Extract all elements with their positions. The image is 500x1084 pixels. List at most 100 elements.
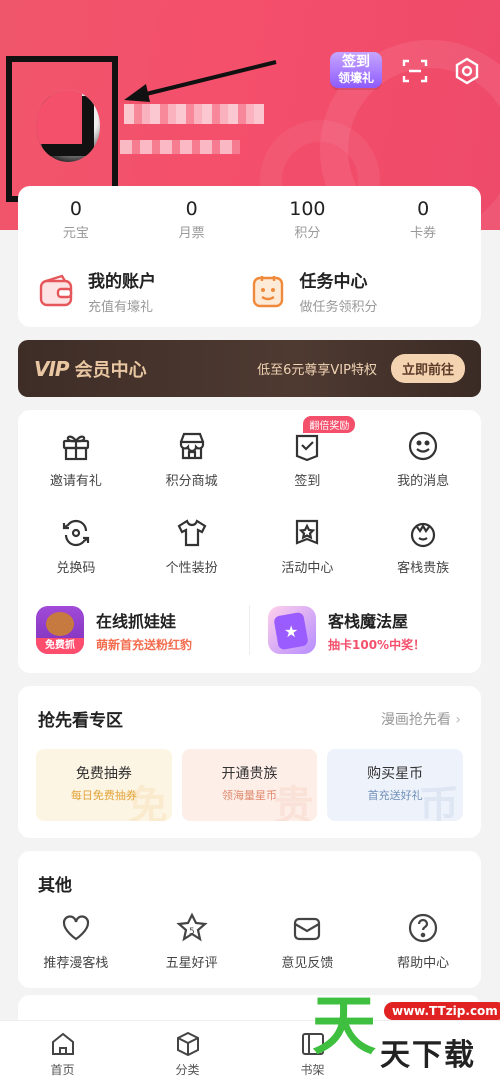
tshirt-icon [177, 519, 207, 547]
exchange-code-icon [62, 519, 89, 547]
magic-card-icon: ★ [268, 606, 316, 654]
grid-label: 邀请有礼 [49, 474, 102, 489]
heart-icon [62, 915, 89, 941]
early-access-more-link[interactable]: 漫画抢先看 › [381, 709, 461, 729]
stat-label: 积分 [294, 226, 321, 241]
gift-icon [62, 435, 89, 461]
task-center-shortcut[interactable]: 任务中心 做任务领积分 [250, 267, 462, 315]
star-badge-icon [296, 519, 319, 545]
tile-nobility[interactable]: 开通贵族 领海量星币 贵 [181, 749, 318, 821]
tab-category[interactable]: 分类 [125, 1021, 250, 1084]
stat-value: 0 [69, 198, 82, 220]
grid-label: 我的消息 [397, 474, 450, 489]
grid-item-outfit[interactable]: 个性装扮 [134, 517, 250, 576]
grid-item-points-store[interactable]: 积分商城 [134, 430, 250, 489]
task-center-subtitle: 做任务领积分 [299, 300, 378, 315]
grid-item-activity-center[interactable]: 活动中心 [250, 517, 366, 576]
grid-label: 积分商城 [165, 474, 218, 489]
stat-value: 100 [289, 198, 326, 220]
promo-magic-house[interactable]: ★ 客栈魔法屋 抽卡100%中奖！ [250, 606, 481, 654]
tile-watermark: 免 [127, 783, 168, 821]
home-icon [51, 1032, 74, 1055]
promo-title: 在线抓娃娃 [96, 611, 177, 631]
stat-label: 卡券 [410, 226, 437, 241]
task-center-title: 任务中心 [299, 272, 368, 292]
stat-monthly-ticket[interactable]: 0 月票 [134, 198, 250, 241]
grid-item-invite[interactable]: 邀请有礼 [18, 430, 134, 489]
double-reward-tag: 翻倍奖励 [303, 416, 356, 433]
other-label: 帮助中心 [397, 956, 450, 971]
other-item-five-star[interactable]: 5 五星好评 [134, 912, 250, 971]
tab-label: 首页 [50, 1063, 75, 1077]
grid-label: 活动中心 [281, 561, 334, 576]
stat-points[interactable]: 100 积分 [250, 198, 366, 241]
vip-logo: VIP [34, 356, 70, 381]
svg-text:5: 5 [189, 927, 195, 937]
feedback-icon [294, 917, 321, 941]
wallet-icon [39, 274, 73, 307]
checkin-icon [296, 434, 319, 462]
smile-message-icon [409, 431, 438, 461]
grid-item-checkin[interactable]: 翻倍奖励 签到 [250, 416, 366, 489]
my-account-subtitle: 充值有壕礼 [88, 300, 154, 315]
other-item-recommend[interactable]: 推荐漫客栈 [18, 912, 134, 971]
signin-badge-line1: 签到 [342, 54, 370, 70]
scan-icon[interactable] [400, 56, 430, 86]
stat-value: 0 [417, 198, 430, 220]
signin-badge-line2: 领壕礼 [337, 71, 374, 85]
my-account-title: 我的账户 [88, 272, 156, 292]
promo-subtitle: 抽卡100%中奖！ [328, 637, 426, 652]
free-grab-badge: 免费抓 [36, 638, 84, 654]
claw-machine-icon: 免费抓 [36, 606, 84, 654]
vip-center-banner[interactable]: VIP 会员中心 低至6元尊享VIP特权 立即前往 [18, 340, 481, 397]
signin-gift-badge[interactable]: 签到 领壕礼 [330, 52, 382, 88]
vip-go-button[interactable]: 立即前往 [390, 354, 465, 383]
stat-label: 元宝 [62, 226, 89, 241]
my-account-shortcut[interactable]: 我的账户 充值有壕礼 [38, 267, 250, 315]
other-card: 其他 推荐漫客栈 5 五星好评 意见反馈 帮助中心 [18, 851, 481, 988]
grid-label: 兑换码 [56, 561, 96, 576]
other-label: 推荐漫客栈 [43, 956, 109, 971]
grid-item-nobility[interactable]: 客栈贵族 [365, 517, 481, 576]
chevron-right-icon: › [455, 711, 461, 728]
tile-buy-coins[interactable]: 购买星币 首充送好礼 币 [327, 749, 464, 821]
stat-coupons[interactable]: 0 卡券 [365, 198, 481, 241]
annotation-highlight-box [6, 56, 118, 202]
section-title: 其他 [38, 876, 72, 896]
early-access-card: 抢先看专区 漫画抢先看 › 免费抽券 每日免费抽券 免 开通贵族 领海量星币 贵… [18, 686, 481, 838]
other-item-feedback[interactable]: 意见反馈 [250, 912, 366, 971]
annotation-arrow-icon [124, 60, 277, 102]
grid-label: 签到 [294, 474, 321, 489]
grid-item-redeem-code[interactable]: 兑换码 [18, 517, 134, 576]
settings-gear-icon[interactable] [452, 56, 482, 86]
tile-watermark: 贵 [273, 783, 314, 821]
other-label: 意见反馈 [281, 956, 334, 971]
grid-label: 个性装扮 [165, 561, 218, 576]
promo-subtitle: 萌新首充送粉红豹 [96, 637, 193, 652]
promo-row: 免费抓 在线抓娃娃 萌新首充送粉红豹 ★ 客栈魔法屋 抽卡100%中奖！ [18, 590, 481, 670]
stats-row: 0 元宝 0 月票 100 积分 0 卡券 [18, 186, 481, 241]
grid-label: 客栈贵族 [397, 561, 450, 576]
task-icon [252, 276, 283, 308]
promo-title: 客栈魔法屋 [328, 611, 409, 631]
other-item-help[interactable]: 帮助中心 [365, 912, 481, 971]
user-id-blurred [120, 140, 240, 154]
tile-watermark: 币 [419, 783, 460, 821]
tab-home[interactable]: 首页 [0, 1021, 125, 1084]
other-label: 五星好评 [165, 956, 218, 971]
vip-description: 低至6元尊享VIP特权 [257, 363, 377, 378]
stat-yuanbao[interactable]: 0 元宝 [18, 198, 134, 241]
grid-item-messages[interactable]: 我的消息 [365, 430, 481, 489]
tab-label: 分类 [175, 1063, 200, 1077]
stat-label: 月票 [178, 226, 205, 241]
watermark-text: 天下载 [380, 1038, 476, 1073]
watermark-url: www.TTzip.com [384, 1002, 500, 1020]
username-blurred [124, 104, 264, 124]
category-icon [176, 1031, 199, 1057]
store-icon [179, 432, 204, 460]
promo-claw-machine[interactable]: 免费抓 在线抓娃娃 萌新首充送粉红豹 [18, 606, 249, 654]
watermark-logo-glyph: 天 [312, 990, 376, 1064]
more-label: 漫画抢先看 [380, 711, 451, 728]
vip-title: 会员中心 [74, 359, 147, 381]
tile-free-coupon[interactable]: 免费抽券 每日免费抽券 免 [36, 749, 172, 821]
